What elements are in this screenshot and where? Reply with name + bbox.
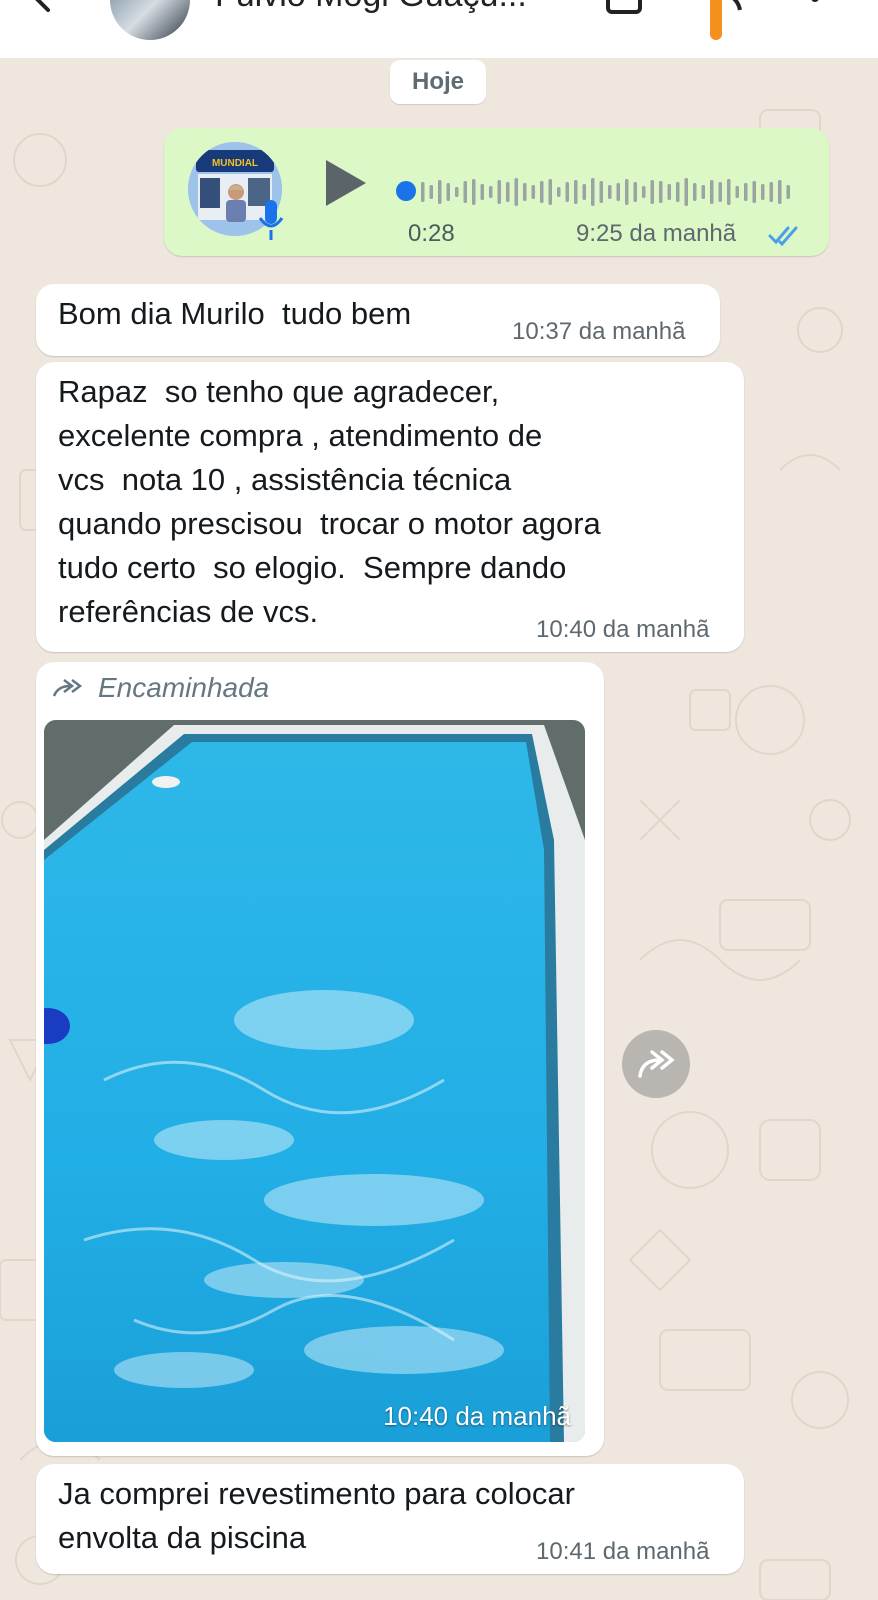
contact-name[interactable]: Fulvio Mogi Guaçu... bbox=[215, 0, 527, 15]
waveform-bar bbox=[616, 183, 620, 201]
waveform-bar bbox=[582, 184, 586, 200]
message-line: excelente compra , atendimento de bbox=[58, 418, 543, 453]
audio-duration: 0:28 bbox=[408, 220, 455, 247]
waveform-bar bbox=[557, 187, 561, 197]
message-line: tudo certo so elogio. Sempre dando bbox=[58, 550, 567, 585]
waveform-bar bbox=[421, 182, 425, 202]
waveform-bar bbox=[463, 181, 467, 203]
waveform-bar bbox=[565, 182, 569, 202]
waveform-bar bbox=[506, 182, 510, 202]
microphone-icon bbox=[258, 198, 284, 247]
message-line: referências de vcs. bbox=[58, 594, 319, 629]
waveform-bar bbox=[761, 184, 765, 200]
message-time: 10:41 da manhã bbox=[536, 1538, 710, 1565]
message-line: quando prescisou trocar o motor agora bbox=[58, 506, 601, 541]
waveform-bar bbox=[744, 183, 748, 201]
message-line: Rapaz so tenho que agradecer, bbox=[58, 374, 500, 409]
waveform-bar bbox=[769, 182, 773, 202]
waveform-bar bbox=[514, 178, 518, 206]
call-icon[interactable] bbox=[708, 0, 748, 49]
waveform-bar bbox=[735, 186, 739, 198]
waveform-bar bbox=[667, 184, 671, 200]
photo-time: 10:40 da manhã bbox=[383, 1401, 571, 1431]
video-call-icon[interactable] bbox=[604, 0, 648, 21]
waveform-bar bbox=[625, 179, 629, 205]
forwarded-photo-message: Encaminhada 10:40 da manhã bbox=[36, 662, 604, 1456]
chat-header: Fulvio Mogi Guaçu... bbox=[0, 0, 878, 58]
message-line: vcs nota 10 , assistência técnica bbox=[58, 462, 512, 497]
incoming-message: Ja comprei revestimento para colocar env… bbox=[36, 1464, 744, 1574]
waveform-bar bbox=[676, 182, 680, 202]
waveform-bar bbox=[591, 178, 595, 206]
waveform-bar bbox=[608, 185, 612, 199]
forward-button[interactable] bbox=[622, 1030, 690, 1098]
waveform-bar bbox=[489, 186, 493, 198]
waveform-bar bbox=[727, 179, 731, 205]
waveform-bar bbox=[786, 185, 790, 199]
audio-progress-handle[interactable] bbox=[396, 181, 416, 201]
more-options-icon[interactable] bbox=[808, 0, 822, 21]
waveform-bar bbox=[472, 179, 476, 205]
waveform-bar bbox=[701, 185, 705, 199]
waveform-bar bbox=[446, 183, 450, 201]
waveform-bar bbox=[429, 185, 433, 199]
waveform-bar bbox=[718, 182, 722, 202]
waveform-bar bbox=[455, 187, 459, 197]
waveform-bar bbox=[523, 183, 527, 201]
waveform-bar bbox=[540, 181, 544, 203]
waveform-bar bbox=[548, 179, 552, 205]
message-line: Ja comprei revestimento para colocar bbox=[58, 1476, 575, 1511]
voice-message-bubble: MUNDIAL 0:28 9:25 da manhã bbox=[164, 128, 829, 256]
waveform-bar bbox=[633, 182, 637, 202]
message-text: Bom dia Murilo tudo bem bbox=[58, 296, 412, 331]
avatar-sign-text: MUNDIAL bbox=[212, 158, 258, 169]
message-line: envolta da piscina bbox=[58, 1520, 307, 1555]
forwarded-icon bbox=[52, 676, 86, 705]
waveform-bar bbox=[710, 180, 714, 204]
play-icon[interactable] bbox=[322, 158, 368, 213]
incoming-message: Bom dia Murilo tudo bem 10:37 da manhã bbox=[36, 284, 720, 356]
waveform-bar bbox=[752, 181, 756, 203]
waveform-bar bbox=[497, 180, 501, 204]
message-time: 9:25 da manhã bbox=[576, 220, 737, 247]
incoming-message: Rapaz so tenho que agradecer, excelente … bbox=[36, 362, 744, 652]
forward-icon bbox=[638, 1050, 675, 1078]
message-time: 10:40 da manhã bbox=[536, 616, 710, 643]
waveform-bar bbox=[650, 180, 654, 204]
waveform-bar bbox=[599, 181, 603, 203]
waveform-bar bbox=[642, 186, 646, 198]
date-divider: Hoje bbox=[390, 60, 486, 104]
pool-photo[interactable]: 10:40 da manhã bbox=[44, 720, 585, 1442]
waveform-bar bbox=[438, 180, 442, 204]
waveform-bar bbox=[684, 178, 688, 206]
contact-avatar[interactable] bbox=[110, 0, 190, 40]
message-time: 10:37 da manhã bbox=[512, 318, 686, 345]
waveform-bar bbox=[480, 184, 484, 200]
forwarded-label: Encaminhada bbox=[98, 672, 270, 703]
audio-waveform[interactable] bbox=[421, 172, 801, 212]
waveform-bar bbox=[574, 180, 578, 204]
waveform-bar bbox=[659, 181, 663, 203]
read-receipt-icon bbox=[768, 224, 802, 251]
waveform-bar bbox=[531, 185, 535, 199]
waveform-bar bbox=[778, 180, 782, 204]
waveform-bar bbox=[693, 183, 697, 201]
back-arrow-icon[interactable] bbox=[30, 0, 70, 23]
